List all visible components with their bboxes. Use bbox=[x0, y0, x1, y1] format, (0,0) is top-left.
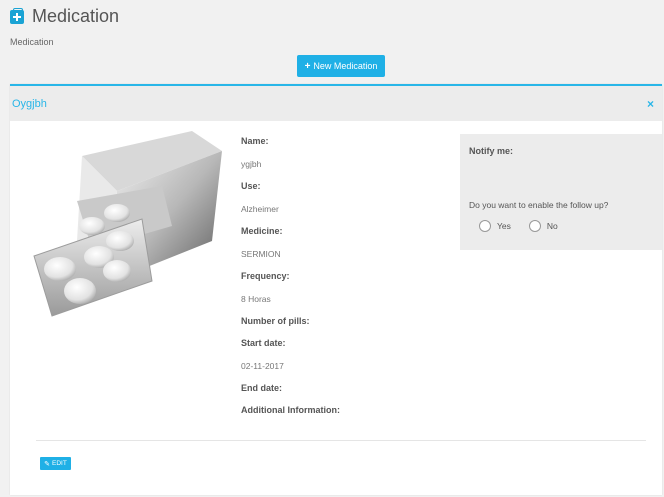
no-label: No bbox=[546, 221, 558, 231]
yes-label: Yes bbox=[497, 221, 511, 231]
additional-info-label: Additional Information: bbox=[241, 405, 340, 415]
yes-radio[interactable]: Yes bbox=[479, 220, 511, 232]
new-medication-button[interactable]: + New Medication bbox=[297, 55, 385, 77]
medicine-value: SERMION bbox=[241, 249, 281, 259]
medical-kit-icon bbox=[10, 7, 24, 24]
notify-panel: Notify me: Do you want to enable the fol… bbox=[460, 134, 662, 250]
new-medication-label: New Medication bbox=[313, 61, 378, 71]
pills-label: Number of pills: bbox=[241, 316, 310, 326]
frequency-value: 8 Horas bbox=[241, 294, 271, 304]
close-icon[interactable]: × bbox=[647, 97, 654, 111]
use-label: Use: bbox=[241, 181, 261, 191]
name-value: ygjbh bbox=[241, 159, 262, 169]
medication-card: Oygjbh × Name: ygjbh Use: Alzheimer Medi… bbox=[10, 84, 662, 495]
medicine-label: Medicine: bbox=[241, 226, 283, 236]
card-divider bbox=[36, 440, 646, 441]
radio-circle-icon[interactable] bbox=[528, 220, 541, 232]
start-date-label: Start date: bbox=[241, 338, 286, 348]
no-radio[interactable]: No bbox=[528, 220, 558, 232]
notify-title: Notify me: bbox=[469, 146, 514, 156]
radio-circle-icon[interactable] bbox=[479, 220, 491, 232]
page-header: Medication bbox=[10, 6, 119, 27]
edit-label: EDIT bbox=[52, 460, 67, 467]
frequency-label: Frequency: bbox=[241, 271, 290, 281]
pencil-icon: ✎ bbox=[44, 460, 51, 468]
pill-box-image bbox=[33, 131, 222, 317]
end-date-label: End date: bbox=[241, 383, 283, 393]
page-title: Medication bbox=[32, 6, 120, 26]
name-label: Name: bbox=[241, 136, 269, 146]
edit-button[interactable]: ✎ EDIT bbox=[40, 457, 71, 470]
follow-up-radio-group: Yes No bbox=[479, 220, 576, 232]
card-title: Oygjbh bbox=[12, 97, 47, 110]
breadcrumb[interactable]: Medication bbox=[10, 37, 54, 47]
card-header: Oygjbh × bbox=[10, 86, 662, 121]
plus-icon: + bbox=[304, 60, 311, 72]
start-date-value: 02-11-2017 bbox=[241, 361, 284, 371]
follow-up-question: Do you want to enable the follow up? bbox=[469, 200, 609, 210]
use-value: Alzheimer bbox=[241, 204, 279, 214]
